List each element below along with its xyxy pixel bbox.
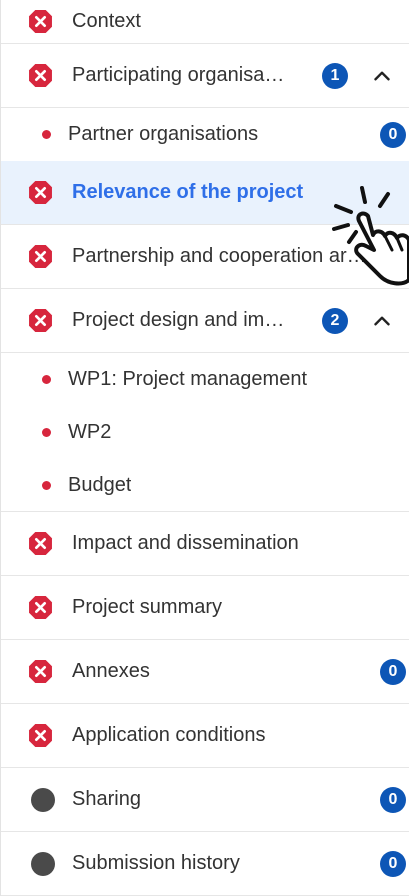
neutral-status-icon [31, 787, 55, 812]
error-icon [28, 531, 53, 556]
error-icon [28, 180, 53, 205]
nav-item-label: Budget [68, 473, 132, 496]
nav-item-label: Impact and dissemination [72, 532, 299, 554]
error-dot-icon [42, 130, 51, 139]
nav-subitem-wp2[interactable]: WP2 [1, 406, 409, 459]
chevron-up-icon[interactable] [369, 63, 395, 89]
hand-pointer-icon [332, 186, 409, 286]
error-dot-icon [42, 428, 51, 437]
nav-item-label: WP2 [68, 421, 112, 443]
nav-subitem-wp1[interactable]: WP1: Project management [1, 353, 409, 406]
error-icon [28, 659, 53, 684]
nav-item-label: Project summary [72, 596, 223, 618]
nav-item-impact-and-dissemination[interactable]: Impact and dissemination [1, 512, 409, 576]
nav-item-sharing[interactable]: Sharing 0 [1, 768, 409, 832]
error-dot-icon [42, 480, 51, 490]
nav-item-label: Sharing [72, 788, 141, 810]
count-badge: 0 [380, 786, 406, 813]
error-icon [28, 9, 53, 34]
count-badge: 2 [322, 307, 348, 334]
error-dot-icon [42, 375, 51, 384]
nav-subitem-budget[interactable]: Budget [1, 459, 409, 512]
error-icon [28, 63, 53, 88]
chevron-up-icon[interactable] [369, 308, 395, 334]
count-badge: 0 [380, 850, 406, 877]
nav-item-project-summary[interactable]: Project summary [1, 576, 409, 640]
nav-item-label: WP1: Project management [68, 368, 307, 390]
nav-item-label: Relevance of the project [72, 181, 304, 203]
nav-item-annexes[interactable]: Annexes 0 [1, 640, 409, 704]
nav-item-label: Project design and im… [72, 309, 285, 331]
nav-item-label: Application conditions [72, 724, 266, 746]
count-badge: 0 [380, 121, 406, 148]
nav-item-project-design[interactable]: Project design and im… 2 [1, 289, 409, 353]
error-icon [28, 244, 53, 269]
nav-item-label: Partner organisations [68, 123, 259, 145]
error-icon [28, 595, 53, 620]
nav-item-participating-organisations[interactable]: Participating organisa… 1 [1, 44, 409, 108]
nav-item-label: Submission history [72, 852, 240, 874]
count-badge: 0 [380, 658, 406, 685]
nav-item-context[interactable]: Context [1, 0, 409, 44]
nav-item-label: Participating organisa… [72, 64, 285, 86]
neutral-status-icon [31, 851, 55, 876]
nav-subitem-partner-organisations[interactable]: Partner organisations 0 [1, 108, 409, 161]
error-icon [28, 308, 53, 333]
side-navigation: Context Participating organisa… 1 Partne… [0, 0, 409, 896]
nav-item-label: Context [72, 10, 141, 32]
error-icon [28, 723, 53, 748]
count-badge: 1 [322, 62, 348, 89]
nav-item-submission-history[interactable]: Submission history 0 [1, 832, 409, 896]
nav-item-application-conditions[interactable]: Application conditions [1, 704, 409, 768]
nav-item-label: Annexes [72, 660, 150, 682]
